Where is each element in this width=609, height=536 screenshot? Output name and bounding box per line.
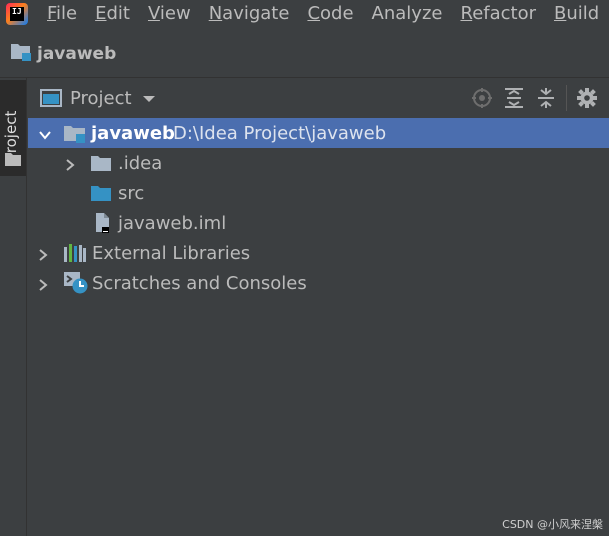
chevron-down-icon[interactable] — [142, 89, 156, 108]
collapse-all-button[interactable] — [530, 82, 562, 114]
menu-file[interactable]: File — [38, 0, 86, 28]
panel-title[interactable]: Project — [70, 88, 132, 109]
tree-row-scratches[interactable]: Scratches and Consoles — [28, 268, 609, 298]
tree-libraries-label: External Libraries — [92, 242, 251, 264]
watermark-text: CSDN @小风来涅槃 — [502, 518, 603, 531]
folder-icon — [90, 154, 112, 178]
panel-header: Project — [28, 78, 609, 118]
tree-idea-label: .idea — [118, 152, 163, 174]
tree-row-iml[interactable]: javaweb.iml — [28, 208, 609, 238]
tree-iml-label: javaweb.iml — [118, 212, 227, 234]
gear-icon — [577, 88, 597, 108]
expand-all-icon — [505, 88, 523, 108]
menu-view[interactable]: View — [139, 0, 200, 28]
chevron-right-icon[interactable] — [36, 246, 50, 261]
navigation-bar: javaweb — [0, 34, 609, 74]
menu-navigate[interactable]: Navigate — [200, 0, 299, 28]
breadcrumb-project[interactable]: javaweb — [37, 44, 116, 64]
tree-scratches-label: Scratches and Consoles — [92, 272, 307, 294]
collapse-all-icon — [538, 88, 554, 108]
toolbar-divider — [566, 85, 567, 111]
menu-refactor[interactable]: Refactor — [451, 0, 545, 28]
project-tool-tab[interactable]: Project — [0, 80, 26, 176]
project-panel: Project javaweb D:\Idea Project\javaweb … — [28, 78, 609, 536]
project-tree: javaweb D:\Idea Project\javaweb .idea sr… — [28, 118, 609, 536]
settings-button[interactable] — [571, 82, 603, 114]
tree-row-libraries[interactable]: External Libraries — [28, 238, 609, 268]
crosshair-icon — [472, 88, 492, 108]
tree-src-label: src — [118, 182, 145, 204]
expand-all-button[interactable] — [498, 82, 530, 114]
project-view-icon — [40, 88, 62, 108]
menu-build[interactable]: Build — [545, 0, 608, 28]
menu-analyze[interactable]: Analyze — [363, 0, 452, 28]
chevron-right-icon[interactable] — [63, 156, 77, 171]
scratches-icon — [63, 271, 89, 300]
project-folder-icon — [10, 42, 32, 66]
menu-edit[interactable]: Edit — [86, 0, 139, 28]
folder-icon — [4, 152, 22, 171]
source-folder-icon — [90, 184, 112, 208]
tree-root-label: javaweb — [91, 122, 175, 144]
locate-file-button[interactable] — [466, 82, 498, 114]
module-file-icon — [93, 212, 111, 239]
tree-row-src[interactable]: src — [28, 178, 609, 208]
tree-row-idea[interactable]: .idea — [28, 148, 609, 178]
chevron-down-icon[interactable] — [38, 126, 52, 140]
libraries-icon — [63, 243, 87, 268]
menu-bar: IJ File Edit View Navigate Code Analyze … — [0, 0, 609, 28]
tree-root-path: D:\Idea Project\javaweb — [173, 122, 387, 144]
module-folder-icon — [63, 123, 87, 149]
tree-row-root[interactable]: javaweb D:\Idea Project\javaweb — [28, 118, 609, 148]
panel-toolbar — [466, 78, 609, 118]
menu-code[interactable]: Code — [298, 0, 362, 28]
chevron-right-icon[interactable] — [36, 276, 50, 291]
tool-window-strip: Project — [0, 78, 27, 536]
intellij-logo-icon: IJ — [6, 3, 28, 25]
